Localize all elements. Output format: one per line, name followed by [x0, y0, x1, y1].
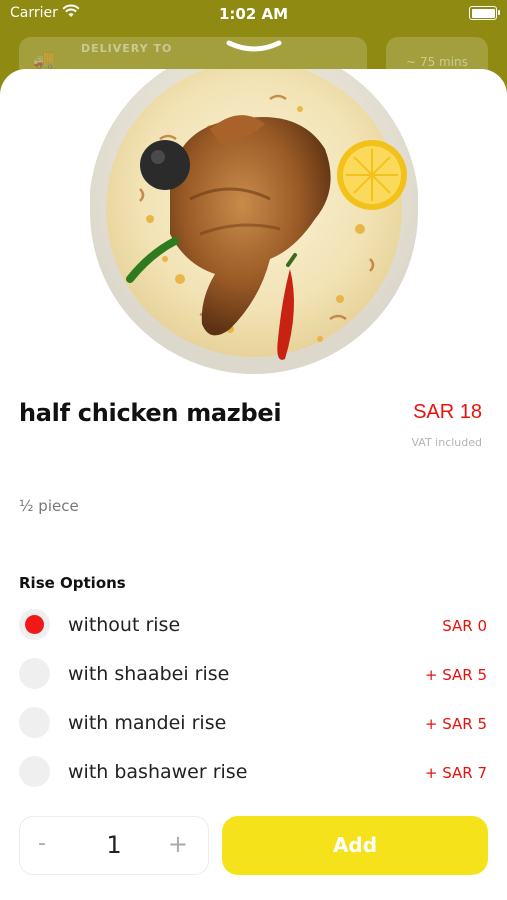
- clock: 1:02 AM: [218, 5, 289, 23]
- add-to-cart-button[interactable]: Add: [222, 816, 488, 875]
- radio-button[interactable]: [19, 707, 50, 738]
- chevron-down-icon[interactable]: [225, 39, 283, 55]
- vat-note: VAT included: [411, 436, 482, 449]
- product-name: half chicken mazbei: [19, 399, 282, 427]
- product-image: [90, 69, 418, 375]
- radio-button[interactable]: [19, 658, 50, 689]
- product-price: SAR 18: [413, 401, 482, 423]
- truck-icon: 🚚: [33, 49, 56, 70]
- battery-icon: [469, 6, 500, 20]
- option-label: with mandei rise: [68, 712, 227, 734]
- options-title: Rise Options: [19, 574, 126, 592]
- radio-button[interactable]: [19, 756, 50, 787]
- increment-button[interactable]: +: [168, 830, 188, 858]
- quantity-stepper: - 1 +: [19, 816, 209, 875]
- option-price: + SAR 5: [424, 715, 487, 733]
- product-description: ½ piece: [19, 497, 79, 515]
- product-sheet: half chicken mazbei SAR 18 VAT included …: [0, 69, 507, 900]
- radio-button[interactable]: [19, 609, 50, 640]
- option-shaabei-rise[interactable]: with shaabei rise + SAR 5: [19, 654, 487, 694]
- option-bashawer-rise[interactable]: with bashawer rise + SAR 7: [19, 752, 487, 792]
- delivery-label: DELIVERY TO: [81, 42, 173, 55]
- option-price: + SAR 7: [424, 764, 487, 782]
- option-label: without rise: [68, 614, 181, 636]
- option-without-rise[interactable]: without rise SAR 0: [19, 605, 487, 645]
- option-label: with shaabei rise: [68, 663, 230, 685]
- status-bar: Carrier 1:02 AM: [0, 0, 507, 30]
- option-price: SAR 0: [442, 617, 487, 635]
- option-label: with bashawer rise: [68, 761, 248, 783]
- option-price: + SAR 5: [424, 666, 487, 684]
- option-mandei-rise[interactable]: with mandei rise + SAR 5: [19, 703, 487, 743]
- eta-label: ~ 75 mins: [406, 55, 468, 69]
